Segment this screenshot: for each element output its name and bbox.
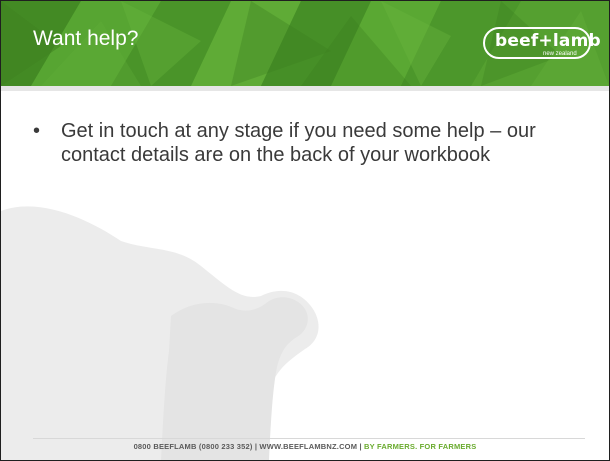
slide: Want help? beef+lamb new zealand • Get i… [0,0,610,461]
logo-main-text: beef+lamb [495,31,601,51]
header-divider [1,86,609,91]
beef-lamb-logo: beef+lamb new zealand [483,27,601,63]
slide-body: • Get in touch at any stage if you need … [33,119,581,167]
footer-divider [33,438,585,439]
logo-sub-text: new zealand [543,51,577,57]
bullet-marker: • [33,120,41,142]
animal-silhouette-icon [1,206,319,460]
slide-header: Want help? beef+lamb new zealand [1,1,609,86]
bullet-item: • Get in touch at any stage if you need … [33,119,581,167]
slide-footer: 0800 BEEFLAMB (0800 233 352) | WWW.BEEFL… [1,442,609,451]
slide-title: Want help? [33,27,139,50]
footer-contact: 0800 BEEFLAMB (0800 233 352) | WWW.BEEFL… [133,442,365,451]
footer-tagline: BY FARMERS. FOR FARMERS [364,442,477,451]
bullet-text: Get in touch at any stage if you need so… [61,120,536,166]
